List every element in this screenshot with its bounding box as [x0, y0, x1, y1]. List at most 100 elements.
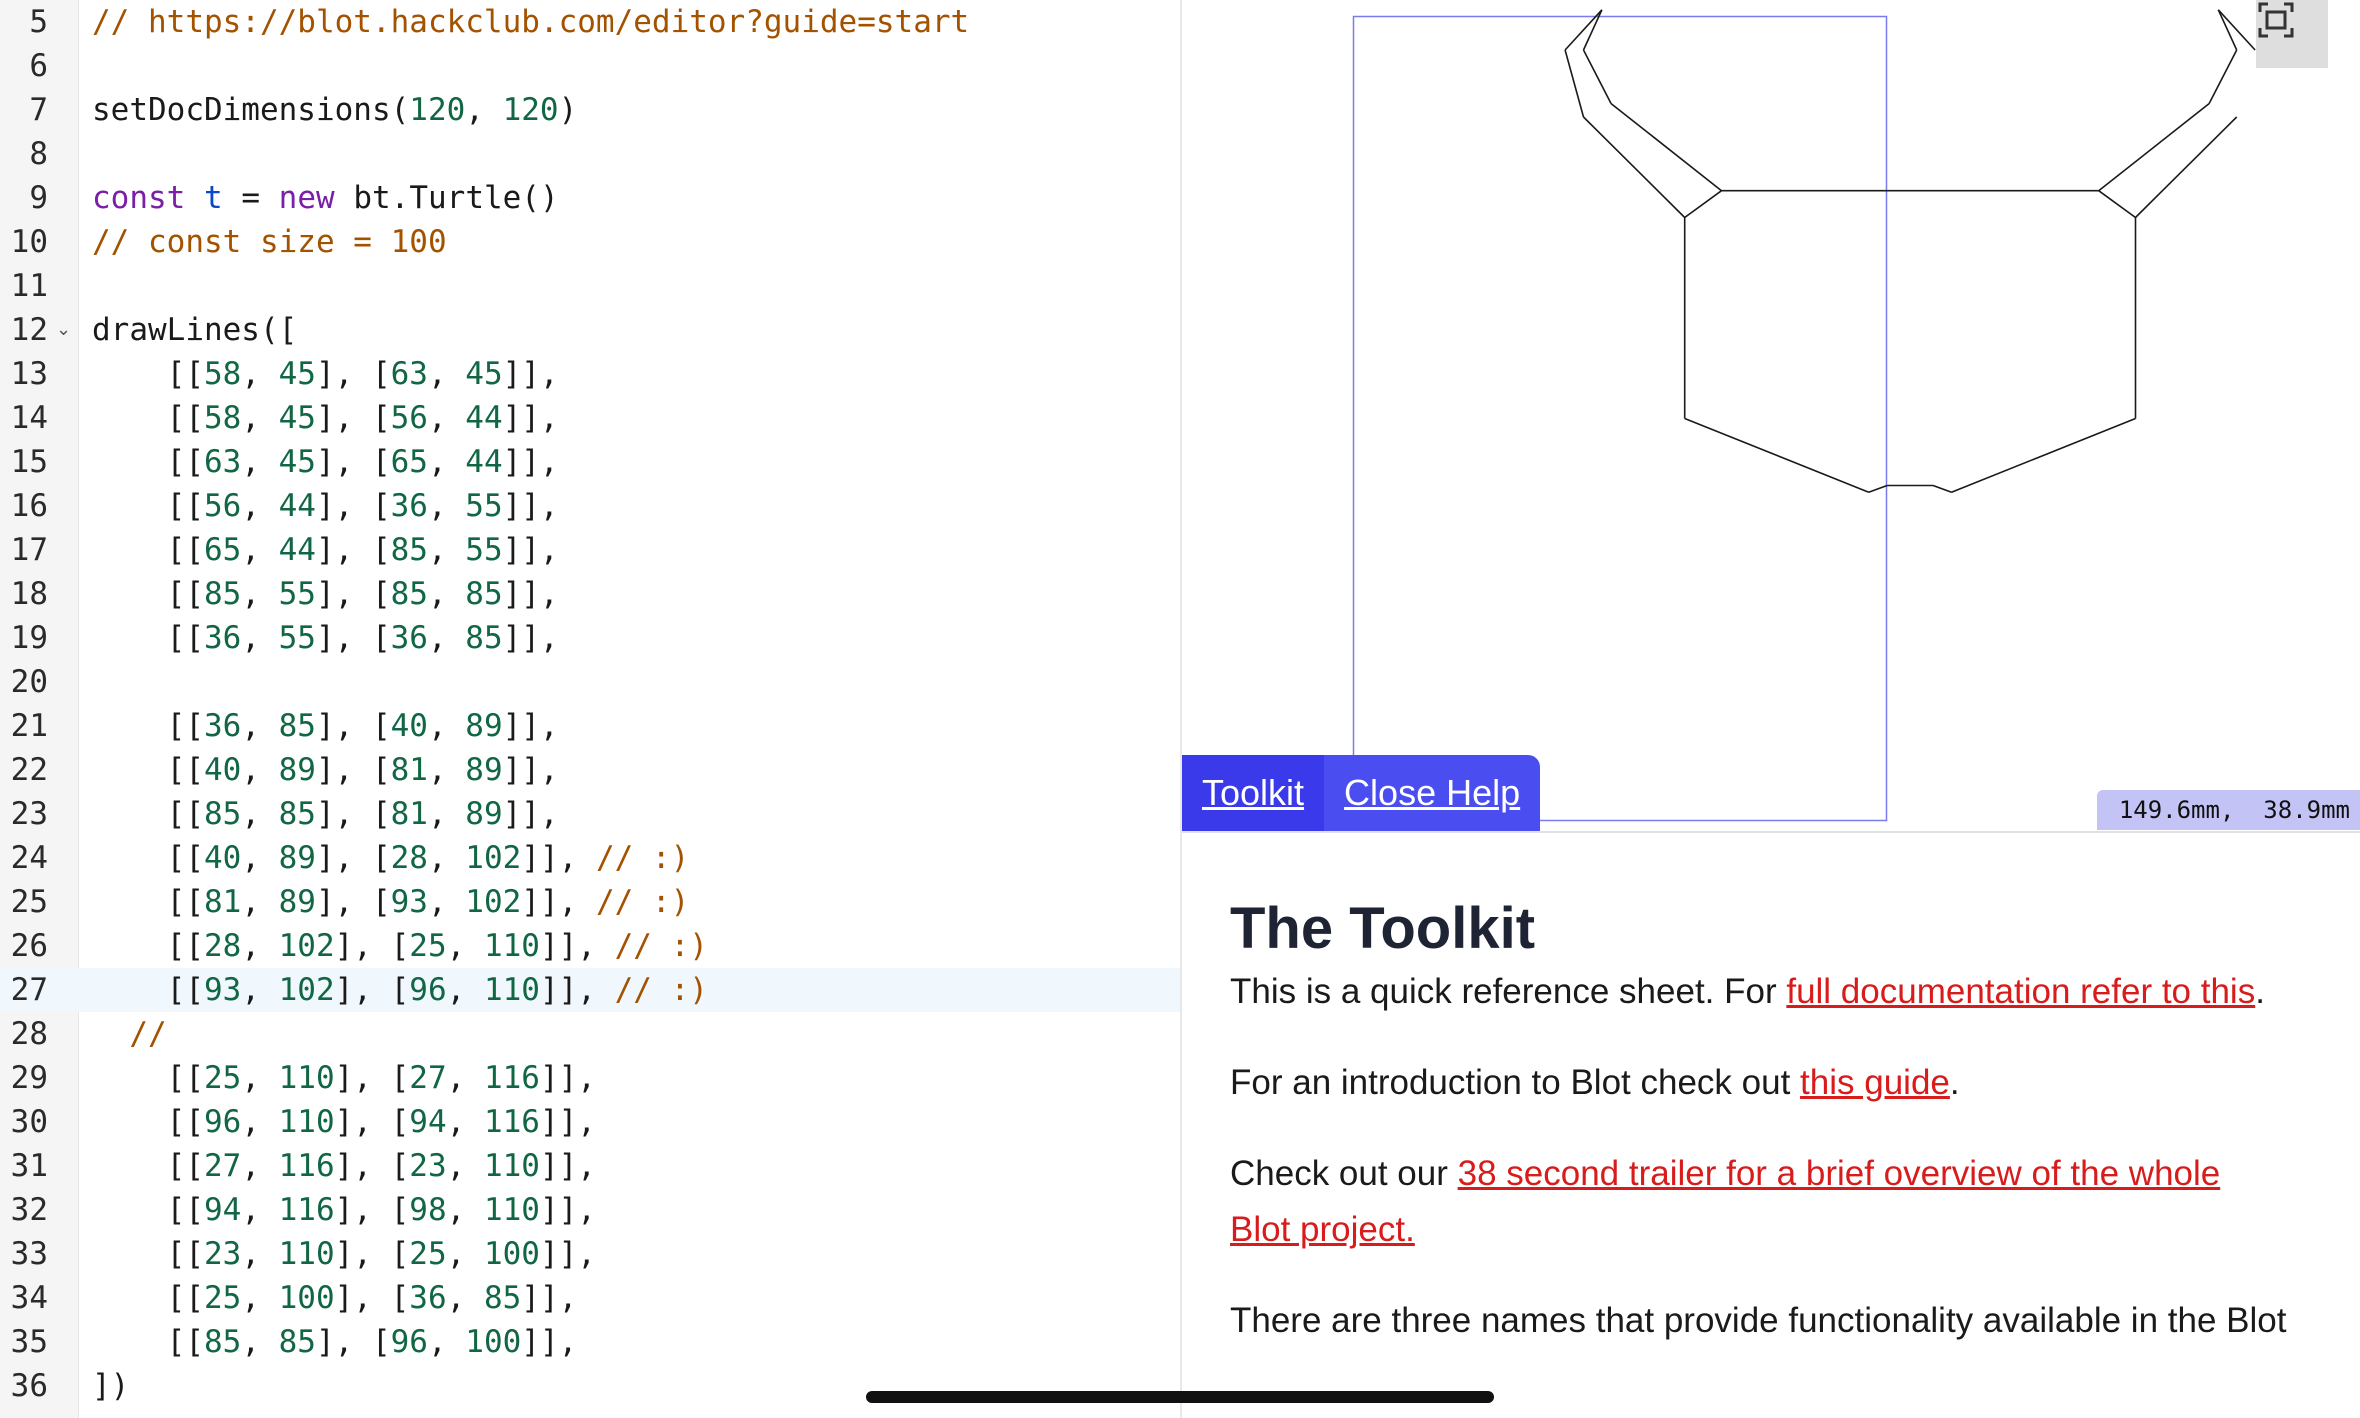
code-text[interactable]: [[25, 110], [27, 116]], [92, 1056, 596, 1100]
code-text[interactable]: drawLines([ [92, 308, 297, 352]
code-lines[interactable]: 5 // https://blot.hackclub.com/editor?gui… [0, 0, 1180, 1408]
code-text[interactable]: [[58, 45], [56, 44]], [92, 396, 559, 440]
code-line[interactable]: 25 [[81, 89], [93, 102]], // :) [0, 880, 1180, 924]
line-number: 10 [10, 224, 48, 260]
trailer-link[interactable]: 38 second trailer for a brief overview o… [1458, 1154, 2221, 1193]
code-line[interactable]: 17 [[65, 44], [85, 55]], [0, 528, 1180, 572]
code-line[interactable]: 22 [[40, 89], [81, 89]], [0, 748, 1180, 792]
code-token: , [427, 884, 466, 920]
code-text[interactable]: ]) [92, 1364, 129, 1408]
code-line[interactable]: 28 // [0, 1012, 1180, 1056]
code-editor[interactable]: 5 // https://blot.hackclub.com/editor?gui… [0, 0, 1180, 1418]
code-text[interactable]: [[40, 89], [28, 102]], // :) [92, 836, 690, 880]
code-token: // :) [595, 840, 690, 876]
code-token: 110 [483, 1148, 540, 1184]
code-token: 23 [409, 1148, 447, 1184]
code-text[interactable]: [[85, 55], [85, 85]], [92, 572, 559, 616]
code-token: 102 [465, 840, 522, 876]
code-line[interactable]: 29 [[25, 110], [27, 116]], [0, 1056, 1180, 1100]
code-text[interactable]: [[81, 89], [93, 102]], // :) [92, 880, 690, 924]
code-line[interactable]: 18 [[85, 55], [85, 85]], [0, 572, 1180, 616]
code-text[interactable]: [[94, 116], [98, 110]], [92, 1188, 596, 1232]
code-text[interactable]: [[58, 45], [63, 45]], [92, 352, 559, 396]
code-token: 25 [409, 1236, 447, 1272]
code-text[interactable]: [[96, 110], [94, 116]], [92, 1100, 596, 1144]
close-help-button[interactable]: Close Help [1324, 755, 1541, 831]
code-token: , [446, 1236, 484, 1272]
code-line[interactable]: 16 [[56, 44], [36, 55]], [0, 484, 1180, 528]
line-number: 32 [10, 1192, 48, 1228]
code-line[interactable]: 13 [[58, 45], [63, 45]], [0, 352, 1180, 396]
code-text[interactable]: [[65, 44], [85, 55]], [92, 528, 559, 572]
code-line[interactable]: 24 [[40, 89], [28, 102]], // :) [0, 836, 1180, 880]
code-token: 45 [278, 400, 316, 436]
code-text[interactable]: [[23, 110], [25, 100]], [92, 1232, 596, 1276]
code-text[interactable]: // const size = 100 [92, 220, 447, 264]
code-line[interactable]: 30 [[96, 110], [94, 116]], [0, 1100, 1180, 1144]
code-line[interactable]: 11 [0, 264, 1180, 308]
code-text[interactable]: [[36, 55], [36, 85]], [92, 616, 559, 660]
code-line[interactable]: 21 [[36, 85], [40, 89]], [0, 704, 1180, 748]
code-text[interactable]: const t = new bt.Turtle() [92, 176, 559, 220]
code-text[interactable]: [[56, 44], [36, 55]], [92, 484, 559, 528]
code-line[interactable]: 27 [[93, 102], [96, 110]], // :) [0, 968, 1180, 1012]
code-token: [[ [92, 1236, 204, 1272]
code-text[interactable]: [[25, 100], [36, 85]], [92, 1276, 578, 1320]
code-line[interactable]: 20 [0, 660, 1180, 704]
code-token: ]], [521, 1324, 578, 1360]
code-line[interactable]: 10 // const size = 100 [0, 220, 1180, 264]
preview-canvas[interactable]: 149.6mm, 38.9mm [1182, 0, 2360, 830]
code-text[interactable]: [[63, 45], [65, 44]], [92, 440, 559, 484]
fold-chevron-icon[interactable]: ⌄ [56, 320, 71, 340]
tab-toolkit[interactable]: Toolkit [1182, 755, 1325, 831]
code-token: , [241, 972, 279, 1008]
code-line[interactable]: 5 // https://blot.hackclub.com/editor?gui… [0, 0, 1180, 44]
code-line[interactable]: 12 ⌄ drawLines([ [0, 308, 1180, 352]
code-line[interactable]: 15 [[63, 45], [65, 44]], [0, 440, 1180, 484]
code-token: ], [ [334, 1104, 410, 1140]
code-text[interactable]: // https://blot.hackclub.com/editor?guid… [92, 0, 969, 44]
code-token: ]], [502, 444, 559, 480]
code-line[interactable]: 35 [[85, 85], [96, 100]], [0, 1320, 1180, 1364]
code-text[interactable]: [[27, 116], [23, 110]], [92, 1144, 596, 1188]
code-token: 56 [390, 400, 428, 436]
code-text[interactable]: [[85, 85], [81, 89]], [92, 792, 559, 836]
code-text[interactable]: [[93, 102], [96, 110]], // :) [92, 968, 708, 1012]
drawing-svg[interactable] [1182, 0, 2360, 830]
code-token: 40 [203, 840, 242, 876]
code-token: 100 [278, 1280, 335, 1316]
code-line[interactable]: 7 setDocDimensions(120, 120) [0, 88, 1180, 132]
code-line[interactable]: 9 const t = new bt.Turtle() [0, 176, 1180, 220]
this-guide-link[interactable]: this guide [1800, 1063, 1950, 1102]
code-line[interactable]: 34 [[25, 100], [36, 85]], [0, 1276, 1180, 1320]
trailer-link-continued[interactable]: Blot project. [1230, 1210, 1415, 1249]
code-line[interactable]: 33 [[23, 110], [25, 100]], [0, 1232, 1180, 1276]
code-text[interactable]: [[28, 102], [25, 110]], // :) [92, 924, 708, 968]
code-line[interactable]: 23 [[85, 85], [81, 89]], [0, 792, 1180, 836]
code-line[interactable]: 14 [[58, 45], [56, 44]], [0, 396, 1180, 440]
code-line[interactable]: 31 [[27, 116], [23, 110]], [0, 1144, 1180, 1188]
code-token: , [241, 576, 279, 612]
full-documentation-link[interactable]: full documentation refer to this [1786, 972, 2255, 1011]
code-token: ]], [502, 752, 559, 788]
code-text[interactable]: setDocDimensions(120, 120) [92, 88, 577, 132]
code-token: 36 [203, 620, 242, 656]
fullscreen-button[interactable] [2256, 0, 2328, 68]
code-text[interactable]: // [92, 1012, 166, 1056]
code-line[interactable]: 19 [[36, 55], [36, 85]], [0, 616, 1180, 660]
code-text[interactable]: [[85, 85], [96, 100]], [92, 1320, 578, 1364]
help-paragraph-4: There are three names that provide funct… [1230, 1301, 2287, 1340]
code-line[interactable]: 26 [[28, 102], [25, 110]], // :) [0, 924, 1180, 968]
home-indicator[interactable] [866, 1391, 1494, 1403]
code-token: [[ [92, 488, 204, 524]
code-text[interactable]: [[36, 85], [40, 89]], [92, 704, 559, 748]
code-token: ], [ [334, 1236, 410, 1272]
code-line[interactable]: 32 [[94, 116], [98, 110]], [0, 1188, 1180, 1232]
code-line[interactable]: 6 [0, 44, 1180, 88]
code-token: ]], [502, 400, 559, 436]
code-token: ], [ [315, 752, 391, 788]
code-line[interactable]: 8 [0, 132, 1180, 176]
code-text[interactable]: [[40, 89], [81, 89]], [92, 748, 559, 792]
code-token: , [427, 1324, 466, 1360]
line-number: 25 [10, 884, 48, 920]
